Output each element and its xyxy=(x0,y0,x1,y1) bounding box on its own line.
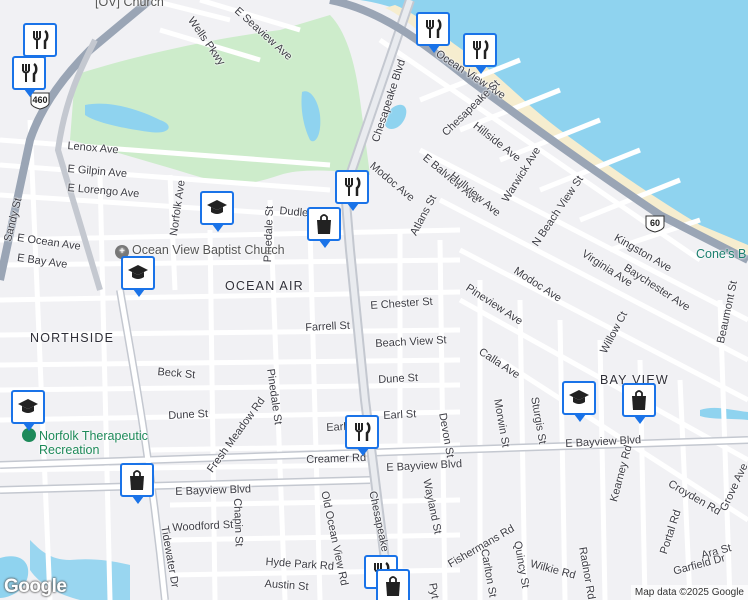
restaurant-marker[interactable] xyxy=(345,415,379,456)
school-marker[interactable] xyxy=(121,256,155,297)
shopping-marker[interactable] xyxy=(376,569,410,600)
us-route-shield: 60 xyxy=(645,215,665,233)
fork-knife-icon xyxy=(33,29,49,49)
shopping-bag-icon xyxy=(317,214,331,234)
map-attribution[interactable]: Map data ©2025 Google xyxy=(630,585,748,600)
fork-knife-icon xyxy=(426,18,442,38)
street-label: Dune St xyxy=(378,371,419,386)
restaurant-marker[interactable] xyxy=(335,170,369,211)
school-marker[interactable] xyxy=(11,390,45,431)
school-marker[interactable] xyxy=(200,191,234,232)
area-label: OCEAN AIR xyxy=(225,279,304,293)
fork-knife-icon xyxy=(345,176,361,196)
shopping-marker[interactable] xyxy=(120,463,154,504)
map-view[interactable]: 460 60 Wells Pkwy E Seaview Ave Chesapea… xyxy=(0,0,748,600)
restaurant-marker[interactable] xyxy=(416,12,450,53)
street-label: Dune St xyxy=(168,407,209,422)
area-label: NORTHSIDE xyxy=(30,331,115,345)
google-logo: Google xyxy=(4,576,67,597)
shopping-bag-icon xyxy=(130,470,144,490)
fork-knife-icon xyxy=(473,39,489,59)
church-label[interactable]: [OV] Church xyxy=(95,0,164,9)
shopping-marker[interactable] xyxy=(307,207,341,248)
business-label[interactable]: Cone's B xyxy=(696,247,746,261)
street-label: Pyt xyxy=(426,582,441,600)
fork-knife-icon xyxy=(355,421,371,441)
shopping-bag-icon xyxy=(632,390,646,410)
restaurant-marker[interactable] xyxy=(23,23,57,64)
graduation-cap-icon xyxy=(128,265,148,279)
restaurant-marker[interactable] xyxy=(12,56,46,97)
street-label: Farrell St xyxy=(305,319,351,334)
graduation-cap-icon xyxy=(569,390,589,404)
restaurant-marker[interactable] xyxy=(463,33,497,74)
street-label: Chapin St xyxy=(231,498,245,547)
park-poi-label[interactable]: Norfolk Therapeutic Recreation xyxy=(22,428,148,457)
shopping-bag-icon xyxy=(386,576,400,596)
school-marker[interactable] xyxy=(562,381,596,422)
graduation-cap-icon xyxy=(18,399,38,413)
shopping-marker[interactable] xyxy=(622,383,656,424)
fork-knife-icon xyxy=(22,62,38,82)
graduation-cap-icon xyxy=(207,200,227,214)
street-label: Earl St xyxy=(383,408,417,422)
